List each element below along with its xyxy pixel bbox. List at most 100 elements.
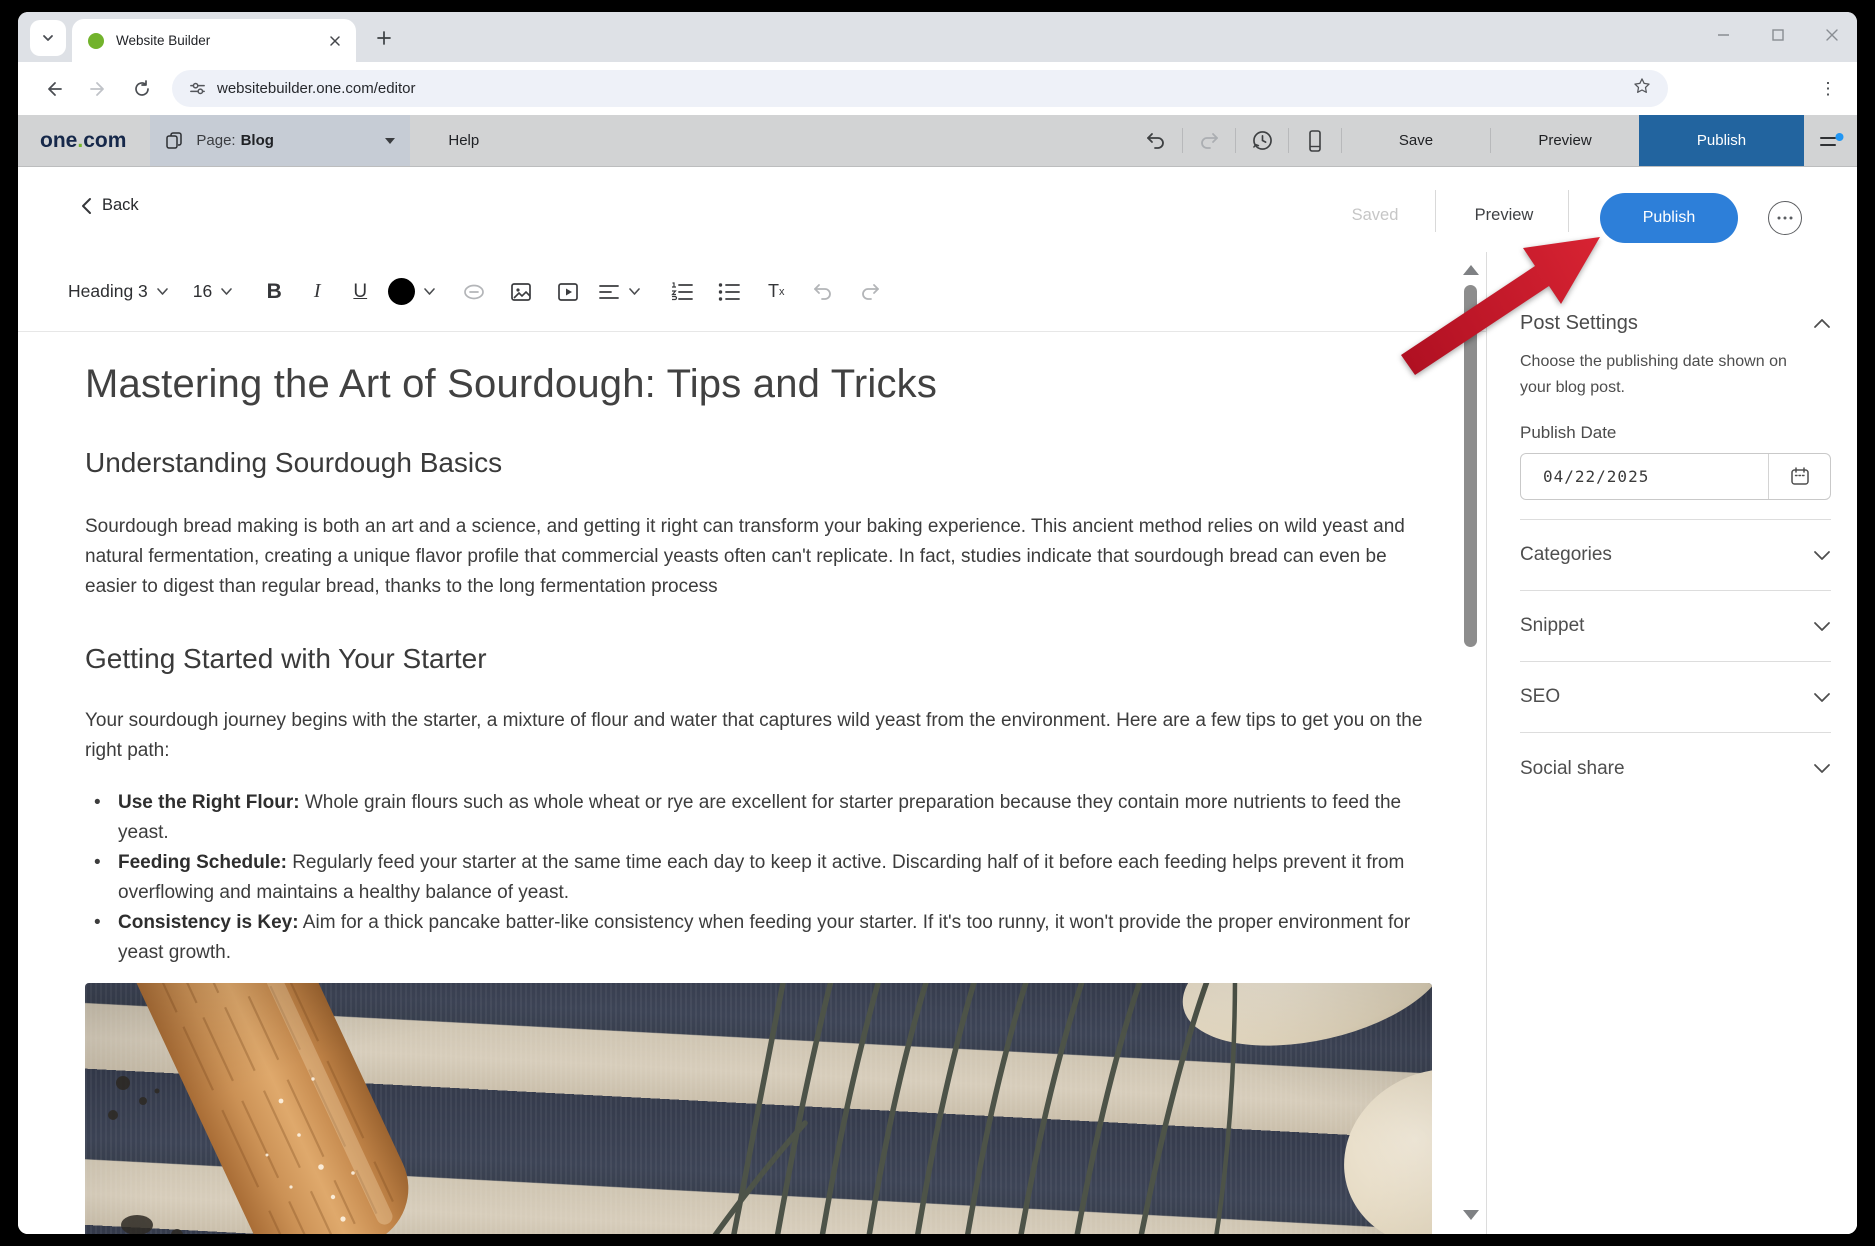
paragraph: Sourdough bread making is both an art an… [85, 512, 1432, 602]
editor-header: Back Saved Preview Publish [18, 167, 1857, 252]
scrollbar-thumb[interactable] [1464, 285, 1477, 647]
editor-undo-button[interactable] [805, 280, 841, 304]
browser-back-button[interactable] [37, 72, 71, 106]
text-color-button[interactable] [388, 278, 436, 305]
url-text: websitebuilder.one.com/editor [217, 80, 1632, 97]
redo-button[interactable] [1183, 115, 1235, 166]
url-field[interactable]: websitebuilder.one.com/editor [172, 70, 1668, 107]
publish-date-value[interactable]: 04/22/2025 [1521, 454, 1768, 499]
more-options-button[interactable] [1768, 201, 1802, 235]
italic-button[interactable]: I [302, 280, 332, 303]
color-swatch-icon [388, 278, 415, 305]
browser-menu-kebab-icon[interactable]: ⋮ [1813, 79, 1843, 99]
clear-formatting-button[interactable]: Tx [758, 281, 794, 302]
toolbar-save-button[interactable]: Save [1342, 115, 1490, 166]
tips-list: Use the Right Flour: Whole grain flours … [85, 788, 1432, 968]
site-info-icon[interactable] [188, 79, 207, 98]
bold-button[interactable]: B [257, 280, 291, 304]
list-item: Consistency is Key: Aim for a thick panc… [85, 908, 1432, 968]
chevron-down-icon [1813, 621, 1831, 632]
toolbar-publish-button[interactable]: Publish [1639, 115, 1804, 166]
scrollbar-up-arrow[interactable] [1463, 265, 1479, 275]
font-size-select[interactable]: 16 [193, 281, 212, 302]
new-tab-button[interactable] [370, 24, 398, 52]
bullet-list-button[interactable] [711, 279, 747, 305]
browser-tab[interactable]: Website Builder [72, 19, 356, 62]
page-label: Page: [196, 132, 235, 149]
baking-photo [85, 983, 1432, 1234]
link-button[interactable] [456, 279, 492, 305]
scrollbar-down-arrow[interactable] [1463, 1210, 1479, 1220]
sidebar-section-seo[interactable]: SEO [1520, 662, 1831, 733]
publish-date-input[interactable]: 04/22/2025 [1520, 453, 1831, 500]
post-settings-description: Choose the publishing date shown on your… [1520, 349, 1810, 401]
tab-title: Website Builder [116, 33, 324, 48]
one-com-logo: one.com [40, 115, 126, 166]
section-heading: Understanding Sourdough Basics [85, 446, 1432, 480]
chevron-down-icon [1813, 550, 1831, 561]
divider [1568, 190, 1569, 232]
pages-icon [164, 131, 184, 151]
chevron-down-icon [1813, 763, 1831, 774]
publish-button[interactable]: Publish [1600, 193, 1738, 243]
toolbar-menu-button[interactable] [1804, 115, 1857, 166]
editor-preview-button[interactable]: Preview [1459, 206, 1549, 225]
page-value: Blog [241, 132, 274, 149]
sidebar-section-social-share[interactable]: Social share [1520, 733, 1831, 804]
tab-search-button[interactable] [30, 20, 66, 56]
tab-strip: Website Builder [18, 12, 1857, 62]
window-close-button[interactable] [1825, 28, 1839, 47]
sidebar-section-categories[interactable]: Categories [1520, 520, 1831, 591]
chevron-down-icon [1813, 692, 1831, 703]
help-button[interactable]: Help [426, 115, 501, 166]
list-item: Feeding Schedule: Regularly feed your st… [85, 848, 1432, 908]
chevron-down-icon[interactable] [156, 287, 169, 296]
calendar-icon [1790, 466, 1810, 487]
browser-window: Website Builder [18, 12, 1857, 1234]
insert-video-button[interactable] [550, 279, 586, 305]
bookmark-star-icon[interactable] [1632, 76, 1652, 101]
ellipsis-icon [1777, 216, 1793, 220]
chevron-left-icon [81, 197, 92, 215]
post-settings-title: Post Settings [1520, 312, 1638, 335]
blog-editor: Back Saved Preview Publish Heading 3 16 … [18, 167, 1857, 1234]
plus-icon [376, 30, 392, 46]
list-item: Use the Right Flour: Whole grain flours … [85, 788, 1432, 848]
page-selector[interactable]: Page: Blog [150, 115, 410, 166]
saved-status: Saved [1340, 206, 1410, 225]
undo-button[interactable] [1130, 115, 1182, 166]
divider [1435, 190, 1436, 232]
chevron-down-icon[interactable] [220, 287, 233, 296]
chevron-down-icon [628, 287, 641, 296]
align-button[interactable] [597, 280, 641, 304]
paragraph: Your sourdough journey begins with the s… [85, 706, 1432, 766]
app-toolbar: one.com Page: Blog Help [18, 115, 1857, 167]
post-title: Mastering the Art of Sourdough: Tips and… [85, 360, 1432, 408]
chevron-down-icon [423, 287, 436, 296]
editor-redo-button[interactable] [852, 280, 888, 304]
back-button[interactable]: Back [81, 196, 139, 215]
insert-image-button[interactable] [503, 279, 539, 305]
calendar-button[interactable] [1768, 454, 1830, 499]
address-bar: websitebuilder.one.com/editor ⋮ [18, 62, 1857, 115]
paragraph-style-select[interactable]: Heading 3 [68, 281, 148, 302]
document-editing-area[interactable]: Mastering the Art of Sourdough: Tips and… [85, 332, 1432, 1234]
post-settings-panel: Post Settings Choose the publishing date… [1487, 252, 1857, 1234]
underline-button[interactable]: U [343, 281, 377, 303]
chevron-up-icon [1813, 318, 1831, 329]
post-settings-header[interactable]: Post Settings [1520, 312, 1831, 335]
format-toolbar: Heading 3 16 B I U [18, 252, 1486, 332]
tab-close-icon[interactable] [324, 30, 346, 52]
history-button[interactable] [1236, 115, 1288, 166]
window-minimize-button[interactable] [1716, 27, 1731, 47]
toolbar-preview-button[interactable]: Preview [1491, 115, 1639, 166]
ordered-list-button[interactable] [664, 279, 700, 305]
menu-with-notification-icon [1818, 130, 1844, 152]
window-maximize-button[interactable] [1771, 28, 1785, 47]
publish-date-label: Publish Date [1520, 423, 1831, 443]
browser-forward-button[interactable] [81, 72, 115, 106]
mobile-preview-button[interactable] [1289, 115, 1341, 166]
sidebar-section-snippet[interactable]: Snippet [1520, 591, 1831, 662]
browser-reload-button[interactable] [125, 72, 159, 106]
caret-down-icon [384, 137, 396, 145]
